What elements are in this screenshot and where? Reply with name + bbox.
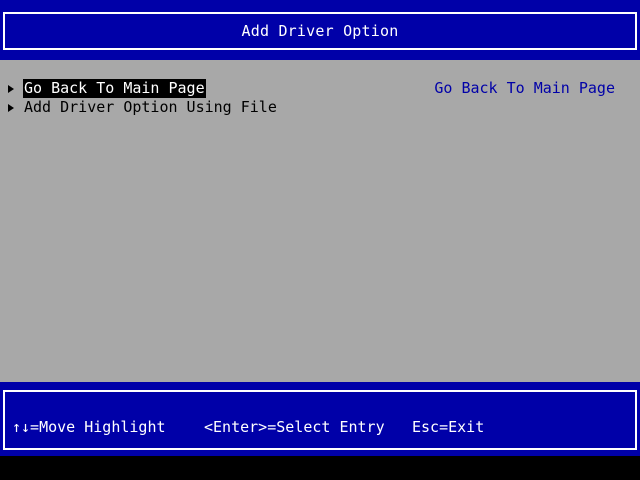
- arrow-right-icon: [8, 103, 14, 112]
- bottom-strip: [0, 456, 640, 480]
- select-entry-hint: <Enter>=Select Entry: [204, 418, 385, 436]
- page-title: Add Driver Option: [241, 21, 399, 40]
- main-panel: Go Back To Main Page Add Driver Option U…: [0, 60, 640, 382]
- option-menu: Go Back To Main Page Add Driver Option U…: [8, 79, 278, 117]
- arrow-right-icon: [8, 84, 14, 93]
- header-bar: Add Driver Option: [0, 0, 640, 60]
- key-hints: ↑↓=Move Highlight <Enter>=Select Entry E…: [12, 418, 484, 437]
- header-frame: Add Driver Option: [3, 12, 637, 50]
- footer-bar: ↑↓=Move Highlight <Enter>=Select Entry E…: [0, 382, 640, 456]
- menu-item-go-back-to-main-page[interactable]: Go Back To Main Page: [8, 79, 278, 98]
- exit-hint: Esc=Exit: [412, 418, 485, 436]
- menu-item-add-driver-option-using-file[interactable]: Add Driver Option Using File: [8, 98, 278, 117]
- menu-item-label: Add Driver Option Using File: [24, 98, 277, 116]
- move-highlight-hint: ↑↓=Move Highlight: [12, 418, 166, 436]
- help-text: Go Back To Main Page: [434, 79, 615, 97]
- menu-item-label: Go Back To Main Page: [23, 79, 206, 98]
